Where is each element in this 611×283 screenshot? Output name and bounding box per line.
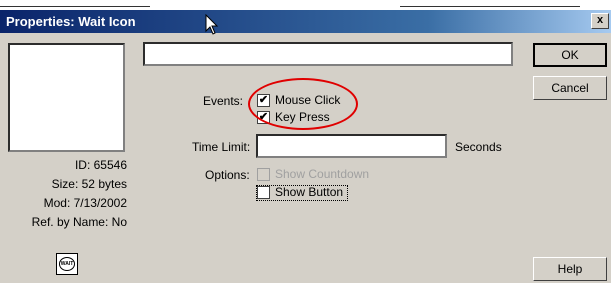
events-label: Events: [203,94,244,108]
show-countdown-checkbox [257,168,270,181]
divider [0,6,150,7]
background-strip [0,0,611,10]
cancel-button[interactable]: Cancel [533,76,607,100]
options-label: Options: [205,168,250,182]
icon-size: Size: 52 bytes [51,177,127,191]
wait-icon: WAIT [56,253,78,275]
icon-id: ID: 65546 [74,158,127,172]
seconds-label: Seconds [455,140,502,154]
mouse-pointer-icon [205,14,219,35]
title-bar[interactable]: Properties: Wait Icon x [0,10,611,33]
close-button[interactable]: x [591,13,609,29]
show-countdown-label: Show Countdown [275,167,370,181]
icon-name-input[interactable] [143,42,513,66]
icon-ref-by-name: Ref. by Name: No [31,215,127,229]
dialog-title: Properties: Wait Icon [6,14,136,29]
time-limit-input[interactable] [256,134,447,158]
properties-dialog: Properties: Wait Icon x ID: 65546 Size: … [0,0,611,283]
icon-preview [8,43,125,152]
ok-button[interactable]: OK [533,43,607,67]
annotation-highlight-circle [248,78,358,130]
help-button[interactable]: Help [533,257,607,281]
icon-modified-date: Mod: 7/13/2002 [43,196,127,210]
divider [400,6,580,7]
time-limit-label: Time Limit: [192,140,251,154]
show-button-label[interactable]: Show Button [275,185,343,199]
wait-icon-glyph: WAIT [59,257,75,271]
